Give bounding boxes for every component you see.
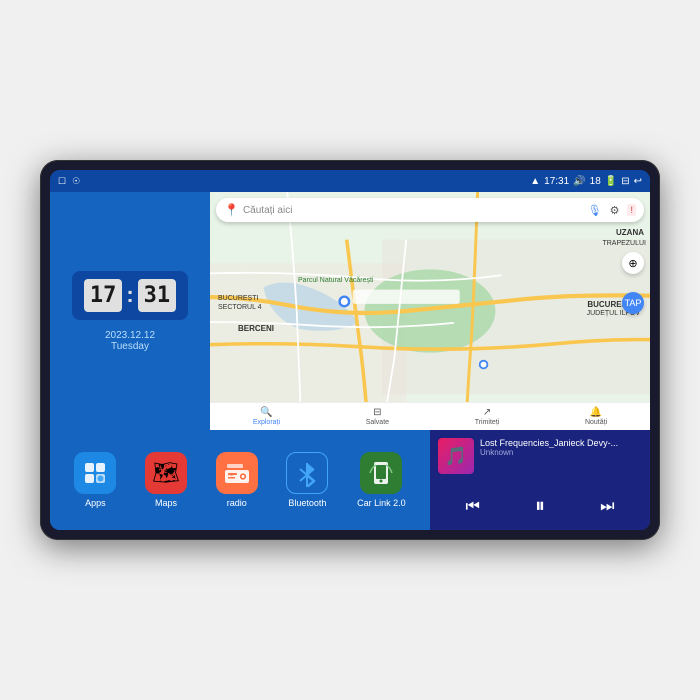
car-screen-device: ☐ ☉ ▲ 17:31 🔊 18 🔋 ⊟ ↩ 17 : [40, 160, 660, 540]
clock-widget: 17 : 31 [72, 271, 188, 320]
back-icon[interactable]: ↩ [634, 176, 642, 187]
carlink-icon [368, 459, 394, 487]
app-icon-bluetooth[interactable]: Bluetooth [286, 452, 328, 508]
music-info-area: 🎵 Lost Frequencies_Janieck Devy-... Unkn… [438, 438, 642, 474]
map-tap-button[interactable]: TAP [622, 292, 644, 314]
map-tab-saved-label: Salvate [366, 419, 389, 426]
map-tab-send-label: Trimiteți [475, 419, 500, 426]
volume-icon: 🔊 [573, 176, 585, 187]
radio-icon-box: FM [216, 452, 258, 494]
maps-icon: 🗺 [152, 460, 180, 486]
map-voice-icon[interactable]: 🎙 [588, 204, 602, 217]
day-text: Tuesday [105, 341, 155, 352]
album-art-icon: 🎵 [445, 446, 467, 467]
music-title: Lost Frequencies_Janieck Devy-... [480, 438, 642, 448]
wifi-icon: ⊟ [621, 176, 629, 187]
app-icon-radio[interactable]: FM radio [216, 452, 258, 508]
news-icon: 🔔 [590, 407, 602, 418]
map-search-bar[interactable]: 📍 Căutați aici 🎙 ⚙ ! [216, 198, 644, 222]
map-tab-explore-label: Explorați [253, 419, 280, 426]
explore-icon: 🔍 [260, 407, 272, 418]
date-info: 2023.12.12 Tuesday [105, 330, 155, 352]
status-left: ☐ ☉ [58, 176, 80, 187]
map-label-park: Parcul Natural Văcărești [298, 277, 373, 284]
battery-value: 18 [590, 176, 601, 187]
signal-icon: ▲ [530, 176, 540, 187]
home-icon: ☐ [58, 176, 66, 187]
main-content: 17 : 31 2023.12.12 Tuesday [50, 192, 650, 530]
apps-grid-icon [83, 461, 107, 485]
status-time: 17:31 [544, 176, 569, 187]
apps-area: Apps 🗺 Maps [50, 430, 430, 530]
map-label-berceni: BERCENI [238, 324, 274, 333]
clock-separator: : [126, 282, 133, 308]
status-bar: ☐ ☉ ▲ 17:31 🔊 18 🔋 ⊟ ↩ [50, 170, 650, 192]
music-player: 🎵 Lost Frequencies_Janieck Devy-... Unkn… [430, 430, 650, 530]
radio-label: radio [227, 498, 247, 508]
nav-icon: ☉ [72, 176, 80, 187]
apps-label: Apps [85, 498, 106, 508]
maps-label: Maps [155, 498, 177, 508]
map-settings-icon[interactable]: ⚙ [610, 204, 620, 217]
map-label-trapezului: TRAPEZULUI [602, 240, 646, 247]
music-artist: Unknown [480, 448, 642, 457]
carlink-icon-box [360, 452, 402, 494]
map-tab-explore[interactable]: 🔍 Explorați [253, 407, 280, 426]
app-icon-apps[interactable]: Apps [74, 452, 116, 508]
clock-minutes: 31 [138, 279, 177, 312]
map-tab-send[interactable]: ↗ Trimiteți [475, 407, 500, 426]
screen: ☐ ☉ ▲ 17:31 🔊 18 🔋 ⊟ ↩ 17 : [50, 170, 650, 530]
apps-icon-box [74, 452, 116, 494]
date-text: 2023.12.12 [105, 330, 155, 341]
play-pause-button[interactable]: ⏸ [535, 495, 545, 518]
map-tab-news[interactable]: 🔔 Noutăți [585, 407, 607, 426]
music-controls: ⏮ ⏸ ⏭ [438, 491, 642, 522]
clock-hours: 17 [84, 279, 123, 312]
app-icon-carlink[interactable]: Car Link 2.0 [357, 452, 406, 508]
music-info: Lost Frequencies_Janieck Devy-... Unknow… [480, 438, 642, 457]
map-tab-saved[interactable]: ⊟ Salvate [366, 407, 389, 426]
maps-icon-box: 🗺 [145, 452, 187, 494]
bluetooth-label: Bluetooth [288, 498, 326, 508]
map-location-button[interactable]: ⊕ [622, 252, 644, 274]
left-panel: 17 : 31 2023.12.12 Tuesday [50, 192, 210, 430]
carlink-label: Car Link 2.0 [357, 498, 406, 508]
saved-icon: ⊟ [373, 407, 381, 418]
svg-text:FM: FM [228, 473, 233, 477]
bluetooth-icon [296, 459, 318, 487]
album-art: 🎵 [438, 438, 474, 474]
map-label-sector4: BUCUREȘTISECTORUL 4 [218, 294, 262, 312]
map-tab-news-label: Noutăți [585, 419, 607, 426]
app-icon-maps[interactable]: 🗺 Maps [145, 452, 187, 508]
next-button[interactable]: ⏭ [600, 498, 614, 516]
send-icon: ↗ [483, 407, 491, 418]
map-svg [210, 192, 650, 430]
map-search-placeholder: Căutați aici [243, 205, 292, 216]
map-label-uzana: UZANA [616, 228, 644, 237]
battery-icon: 🔋 [605, 176, 617, 187]
top-section: 17 : 31 2023.12.12 Tuesday [50, 192, 650, 430]
radio-icon: FM [224, 462, 250, 484]
bluetooth-icon-box [286, 452, 328, 494]
map-bottom-bar: 🔍 Explorați ⊟ Salvate ↗ Trimiteți 🔔 [210, 402, 650, 430]
map-pin-icon: 📍 [224, 203, 239, 217]
prev-button[interactable]: ⏮ [466, 498, 480, 516]
bottom-section: Apps 🗺 Maps [50, 430, 650, 530]
map-panel[interactable]: 📍 Căutați aici 🎙 ⚙ ! UZANA TRAPEZULUI Pa… [210, 192, 650, 430]
map-warning-icon: ! [627, 204, 636, 216]
status-right: ▲ 17:31 🔊 18 🔋 ⊟ ↩ [530, 176, 642, 187]
